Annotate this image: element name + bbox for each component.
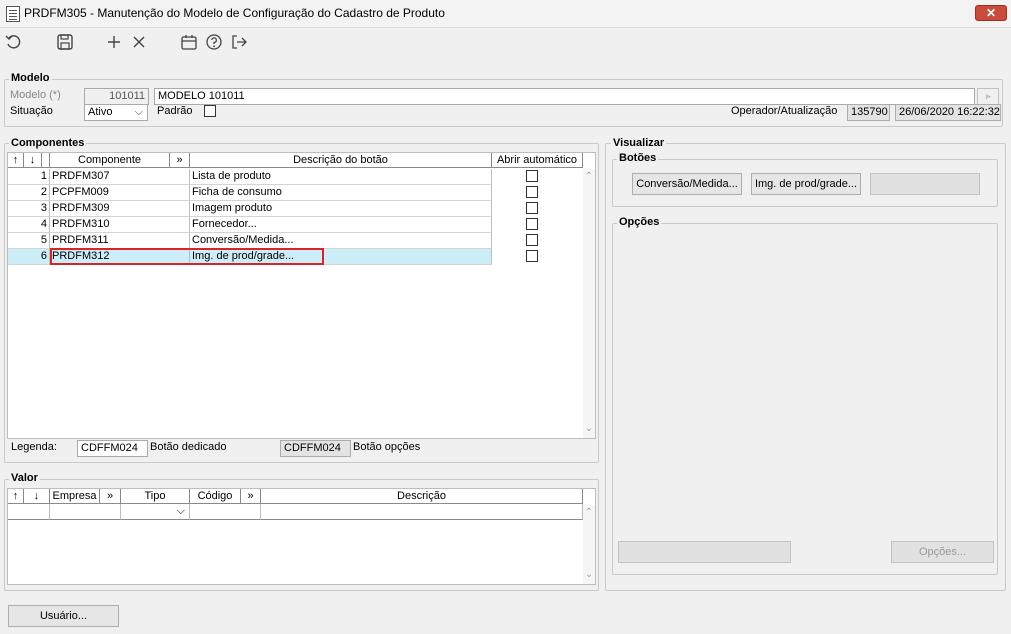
exit-icon[interactable] <box>229 32 249 52</box>
chevron-down-icon: ⌵ <box>134 106 143 118</box>
atualizacao-field: 26/06/2020 16:22:32 <box>895 104 1001 121</box>
row-number[interactable]: 4 <box>8 217 50 233</box>
valor-scroll-down-icon[interactable]: ⌄ <box>582 569 596 580</box>
componentes-scrollbar[interactable]: ⌃ ⌄ <box>583 169 595 438</box>
row-number[interactable]: 1 <box>8 169 50 185</box>
title-bar: PRDFM305 - Manutenção do Modelo de Confi… <box>0 0 1011 28</box>
add-icon[interactable] <box>104 32 124 52</box>
valor-move-up-icon[interactable]: ↑ <box>8 489 24 504</box>
row-number[interactable]: 6 <box>8 249 50 265</box>
abrir-automatico-checkbox[interactable] <box>526 186 538 198</box>
componentes-section-title: Componentes <box>9 137 87 149</box>
help-icon[interactable] <box>204 32 224 52</box>
abrir-automatico-checkbox[interactable] <box>526 202 538 214</box>
valor-descricao-cell[interactable] <box>261 504 583 520</box>
componentes-grid[interactable]: ↑ ↓ Componente » Descrição do botão Abri… <box>7 152 596 439</box>
opcoes-group <box>612 223 998 575</box>
opcoes-section-title: Opções <box>617 216 662 228</box>
row-descricao[interactable]: Lista de produto <box>190 169 492 185</box>
situacao-value: Ativo <box>88 106 113 118</box>
row-componente[interactable]: PRDFM309 <box>50 201 190 217</box>
delete-icon[interactable] <box>129 32 149 52</box>
valor-move-down-icon[interactable]: ↓ <box>24 489 50 504</box>
save-icon[interactable] <box>55 32 75 52</box>
preview-button-empty <box>870 173 980 195</box>
operador-field: 135790 <box>847 104 890 121</box>
visualizar-section-title: Visualizar <box>611 137 667 149</box>
valor-codigo-cell[interactable] <box>190 504 261 520</box>
row-descricao[interactable]: Conversão/Medida... <box>190 233 492 249</box>
row-componente[interactable]: PRDFM307 <box>50 169 190 185</box>
valor-scrollbar[interactable]: ⌃ ⌄ <box>583 505 595 584</box>
row-descricao[interactable]: Imagem produto <box>190 201 492 217</box>
calendar-icon[interactable] <box>179 32 199 52</box>
legenda-opcoes-field: CDFFM024 <box>280 440 351 457</box>
scroll-up-icon[interactable]: ⌃ <box>582 171 596 182</box>
preview-button-img-grade[interactable]: Img. de prod/grade... <box>751 173 861 195</box>
row-number[interactable]: 2 <box>8 185 50 201</box>
abrir-automatico-checkbox[interactable] <box>526 234 538 246</box>
valor-section-title: Valor <box>9 472 40 484</box>
valor-empresa-cell[interactable] <box>50 504 121 520</box>
expand-name-icon[interactable]: ⪢ <box>977 88 999 105</box>
move-down-icon[interactable]: ↓ <box>24 153 42 168</box>
abrir-automatico-checkbox[interactable] <box>526 170 538 182</box>
scroll-down-icon[interactable]: ⌄ <box>582 423 596 434</box>
situacao-label: Situação <box>10 105 53 117</box>
preview-button-conversao[interactable]: Conversão/Medida... <box>632 173 742 195</box>
row-componente[interactable]: PCPFM009 <box>50 185 190 201</box>
col-componente[interactable]: Componente <box>50 153 170 168</box>
col-empresa[interactable]: Empresa <box>50 489 100 504</box>
valor-scroll-up-icon[interactable]: ⌃ <box>582 507 596 518</box>
botoes-section-title: Botões <box>617 152 659 164</box>
expand-columns-icon[interactable]: » <box>170 153 190 168</box>
valor-expand2-icon[interactable]: » <box>241 489 261 504</box>
col-valor-descricao[interactable]: Descrição <box>261 489 583 504</box>
close-button[interactable]: ✕ <box>975 5 1007 21</box>
legenda-dedicado-label: Botão dedicado <box>150 441 227 453</box>
modelo-label: Modelo (*) <box>10 89 61 101</box>
valor-tipo-select[interactable]: ⌵ <box>121 504 190 520</box>
tipo-chevron-down-icon: ⌵ <box>176 505 185 517</box>
move-up-icon[interactable]: ↑ <box>8 153 24 168</box>
situacao-select[interactable]: Ativo ⌵ <box>84 104 148 121</box>
valor-row-num <box>8 504 50 520</box>
abrir-automatico-checkbox[interactable] <box>526 218 538 230</box>
col-descricao[interactable]: Descrição do botão <box>190 153 492 168</box>
row-descricao[interactable]: Ficha de consumo <box>190 185 492 201</box>
opcoes-button: Opções... <box>891 541 994 563</box>
row-componente[interactable]: PRDFM311 <box>50 233 190 249</box>
abrir-automatico-checkbox[interactable] <box>526 250 538 262</box>
col-abrir-automatico[interactable]: Abrir automático <box>492 153 583 168</box>
padrao-checkbox[interactable] <box>204 105 216 117</box>
legenda-dedicado-field: CDFFM024 <box>77 440 148 457</box>
col-tipo[interactable]: Tipo <box>121 489 190 504</box>
undo-icon[interactable] <box>4 32 24 52</box>
modelo-code-field[interactable]: 101011 <box>84 88 149 105</box>
opcoes-left-button <box>618 541 791 563</box>
col-codigo[interactable]: Código <box>190 489 241 504</box>
padrao-label: Padrão <box>157 105 193 117</box>
legenda-label: Legenda: <box>11 441 57 453</box>
usuario-button[interactable]: Usuário... <box>8 605 119 627</box>
operador-label: Operador/Atualização <box>731 105 838 117</box>
row-number[interactable]: 3 <box>8 201 50 217</box>
window-title: PRDFM305 - Manutenção do Modelo de Confi… <box>24 6 445 20</box>
app-icon <box>6 6 20 22</box>
legenda-opcoes-label: Botão opções <box>353 441 421 453</box>
selection-highlight-box <box>50 248 324 265</box>
valor-grid[interactable]: ↑ ↓ Empresa » Tipo Código » Descrição ⌵ … <box>7 488 596 585</box>
modelo-name-field[interactable]: MODELO 101011 <box>154 88 975 105</box>
row-descricao[interactable]: Fornecedor... <box>190 217 492 233</box>
row-number[interactable]: 5 <box>8 233 50 249</box>
modelo-section-title: Modelo <box>9 72 52 84</box>
valor-expand1-icon[interactable]: » <box>100 489 121 504</box>
row-componente[interactable]: PRDFM310 <box>50 217 190 233</box>
